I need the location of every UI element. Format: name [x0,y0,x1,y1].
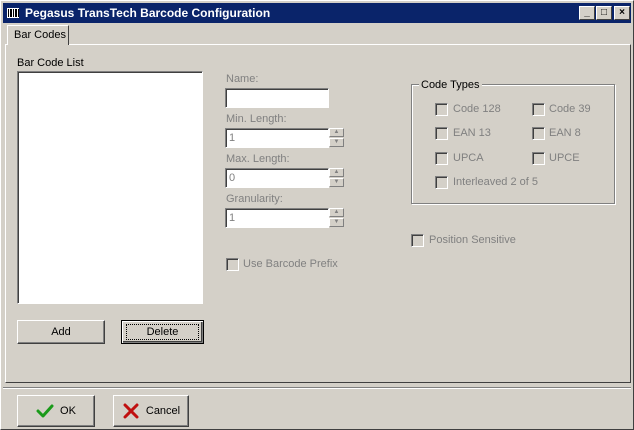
x-icon [123,403,139,419]
maximize-icon: □ [600,7,608,18]
code-39-checkbox[interactable] [532,103,545,116]
close-icon: × [619,7,625,18]
bottom-separator [3,387,631,389]
minimize-button[interactable]: _ [579,6,595,20]
position-sensitive-label: Position Sensitive [429,234,516,246]
spin-up-icon: ▲ [333,169,340,175]
max-length-value: 0 [229,172,236,184]
granularity-spin-down[interactable]: ▼ [329,218,344,227]
use-barcode-prefix-checkbox[interactable] [226,258,239,271]
maximize-button[interactable]: □ [596,6,612,20]
max-length-spin-down[interactable]: ▼ [329,178,344,187]
max-length-spin-up[interactable]: ▲ [329,168,344,177]
spin-down-icon: ▼ [333,139,340,145]
name-input[interactable] [225,88,329,108]
barcode-list-label: Bar Code List [17,57,84,69]
name-label: Name: [226,73,259,85]
spin-down-icon: ▼ [333,219,340,225]
max-length-input[interactable]: 0 [225,168,329,188]
focus-rect [126,324,199,340]
title-bar[interactable]: Pegasus TransTech Barcode Configuration … [3,3,631,23]
interleaved-2-of-5-label: Interleaved 2 of 5 [453,176,539,188]
minimize-icon: _ [584,7,590,18]
upce-label: UPCE [549,152,580,164]
use-barcode-prefix-label: Use Barcode Prefix [243,258,338,270]
cancel-button[interactable]: Cancel [113,395,189,427]
min-length-spin-down[interactable]: ▼ [329,138,344,147]
dialog-window: Pegasus TransTech Barcode Configuration … [0,0,634,430]
code-128-label: Code 128 [453,103,501,115]
ean-8-label: EAN 8 [549,127,581,139]
upca-checkbox[interactable] [435,152,448,165]
check-icon [36,404,54,418]
close-button[interactable]: × [614,6,630,20]
upce-checkbox[interactable] [532,152,545,165]
code-types-title: Code Types [419,79,482,91]
window-title: Pegasus TransTech Barcode Configuration [25,6,271,20]
position-sensitive-checkbox[interactable] [411,234,424,247]
tab-label: Bar Codes [14,29,66,41]
min-length-spin-up[interactable]: ▲ [329,128,344,137]
add-button-label: Add [51,326,71,338]
code-128-checkbox[interactable] [435,103,448,116]
ok-button[interactable]: OK [17,395,95,427]
min-length-value: 1 [229,132,236,144]
ean-13-label: EAN 13 [453,127,491,139]
spin-up-icon: ▲ [333,129,340,135]
max-length-label: Max. Length: [226,153,290,165]
ok-button-label: OK [60,405,76,417]
min-length-label: Min. Length: [226,113,287,125]
min-length-input[interactable]: 1 [225,128,329,148]
spin-down-icon: ▼ [333,179,340,185]
cancel-button-label: Cancel [145,405,181,417]
granularity-input[interactable]: 1 [225,208,329,228]
tab-bar-codes[interactable]: Bar Codes [7,25,69,45]
ean-13-checkbox[interactable] [435,127,448,140]
delete-button[interactable]: Delete [121,320,204,344]
code-39-label: Code 39 [549,103,591,115]
barcode-list[interactable] [17,71,203,304]
add-button[interactable]: Add [17,320,105,344]
spin-up-icon: ▲ [333,209,340,215]
barcode-app-icon [7,8,19,18]
granularity-value: 1 [229,212,236,224]
ean-8-checkbox[interactable] [532,127,545,140]
granularity-label: Granularity: [226,193,283,205]
interleaved-2-of-5-checkbox[interactable] [435,176,448,189]
granularity-spin-up[interactable]: ▲ [329,208,344,217]
upca-label: UPCA [453,152,484,164]
